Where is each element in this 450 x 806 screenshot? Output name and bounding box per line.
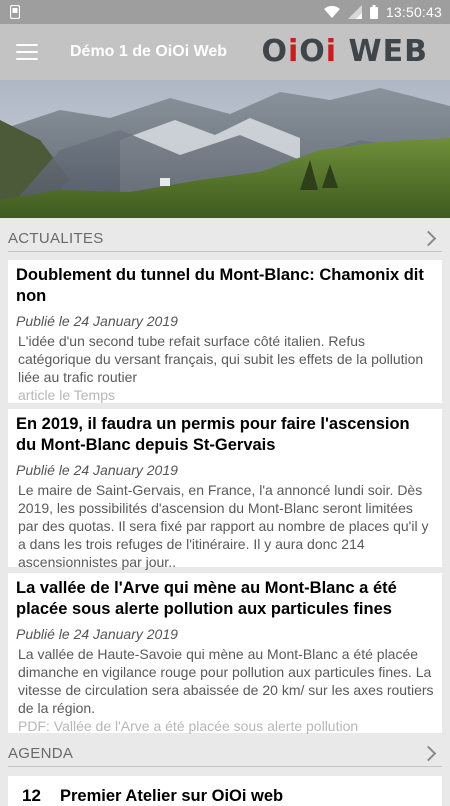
app-title: Démo 1 de OiOi Web — [70, 43, 228, 60]
clock: 13:50:43 — [385, 4, 442, 20]
section-title-agenda: AGENDA — [8, 745, 74, 762]
news-card[interactable]: Doublement du tunnel du Mont-Blanc: Cham… — [8, 260, 442, 403]
oioi-web-logo: OiOi WEB — [261, 34, 428, 69]
article-summary: La vallée de Haute-Savoie qui mène au Mo… — [18, 646, 434, 716]
chevron-right-icon[interactable] — [420, 230, 437, 247]
article-title: En 2019, il faudra un permis pour faire … — [16, 415, 410, 454]
article-title: Doublement du tunnel du Mont-Blanc: Cham… — [16, 266, 424, 305]
agenda-event[interactable]: 12 Premier Atelier sur OiOi web — [8, 776, 442, 806]
chevron-right-icon[interactable] — [420, 745, 437, 762]
article-date: Publié le 24 January 2019 — [16, 313, 178, 329]
article-date: Publié le 24 January 2019 — [16, 626, 178, 642]
section-header-news[interactable]: ACTUALITES — [8, 226, 442, 252]
app-bar: Démo 1 de OiOi Web OiOi WEB — [0, 24, 450, 80]
wifi-icon — [323, 5, 340, 18]
section-header-agenda[interactable]: AGENDA — [8, 741, 442, 767]
hero-mountain-image — [0, 80, 450, 218]
article-summary: L'idée d'un second tube refait surface c… — [18, 333, 424, 385]
article-title: La vallée de l'Arve qui mène au Mont-Bla… — [16, 579, 397, 618]
hamburger-menu-icon[interactable] — [16, 44, 38, 60]
article-date: Publié le 24 January 2019 — [16, 462, 178, 478]
news-card[interactable]: En 2019, il faudra un permis pour faire … — [8, 409, 442, 570]
article-source-link[interactable]: article le Temps — [16, 386, 434, 404]
battery-icon — [369, 5, 378, 19]
event-day: 12 — [22, 786, 41, 805]
article-summary: Le maire de Saint-Gervais, en France, l'… — [18, 482, 429, 570]
article-source-link[interactable]: PDF: Vallée de l'Arve a été placée sous … — [16, 717, 434, 735]
section-title-news: ACTUALITES — [8, 230, 104, 247]
event-title: Premier Atelier sur OiOi web — [60, 787, 284, 805]
signal-icon — [347, 5, 362, 19]
status-bar: 13:50:43 — [0, 0, 450, 24]
news-card[interactable]: La vallée de l'Arve qui mène au Mont-Bla… — [8, 573, 442, 735]
notification-icon — [10, 5, 20, 19]
